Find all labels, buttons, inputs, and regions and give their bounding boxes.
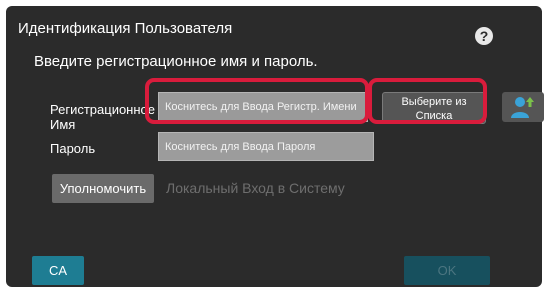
dialog-title: Идентификация Пользователя <box>18 20 233 37</box>
ca-button[interactable]: CA <box>32 256 84 285</box>
password-input[interactable]: Коснитесь для Ввода Пароля <box>158 132 374 161</box>
user-add-button[interactable] <box>502 92 544 122</box>
login-input-highlight <box>145 78 369 124</box>
ok-button[interactable]: OK <box>404 256 490 285</box>
select-list-highlight <box>368 78 487 124</box>
user-add-icon <box>511 97 534 118</box>
instruction-text: Введите регистрационное имя и пароль. <box>34 53 318 70</box>
login-name-label: Регистрационное Имя <box>50 102 156 132</box>
authorize-button[interactable]: Уполномочить <box>52 174 154 203</box>
password-label: Пароль <box>50 141 96 156</box>
local-login-option[interactable]: Локальный Вход в Систему <box>166 180 345 196</box>
help-icon[interactable]: ? <box>475 27 493 45</box>
user-identification-dialog: Идентификация Пользователя ? Введите рег… <box>6 6 544 287</box>
